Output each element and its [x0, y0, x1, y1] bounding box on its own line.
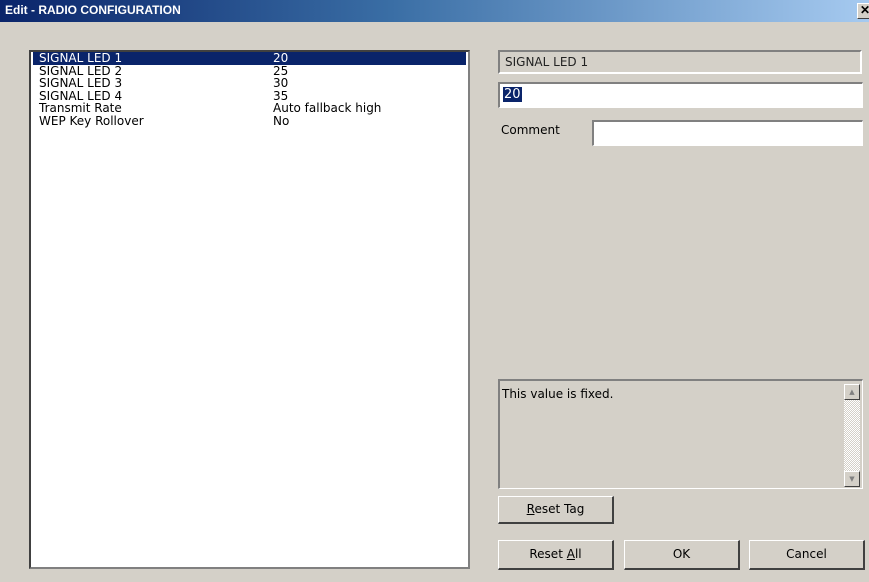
scroll-down-button[interactable]: ▼: [844, 471, 860, 487]
cancel-button[interactable]: Cancel: [749, 540, 865, 570]
reset-tag-button[interactable]: Reset Tag: [498, 496, 614, 524]
list-item[interactable]: Transmit Rate Auto fallback high: [33, 102, 466, 115]
title-bar[interactable]: Edit - RADIO CONFIGURATION ✕: [0, 0, 869, 22]
list-item-value: 20: [273, 51, 289, 65]
button-label: eset Tag: [534, 502, 585, 516]
comment-field[interactable]: [592, 120, 863, 146]
button-label: Reset: [529, 547, 567, 561]
tag-list[interactable]: SIGNAL LED 1 20 SIGNAL LED 2 25 SIGNAL L…: [29, 50, 470, 569]
info-text: This value is fixed.: [502, 387, 614, 401]
ok-button[interactable]: OK: [624, 540, 740, 570]
tag-name-display: SIGNAL LED 1: [498, 50, 862, 74]
dialog-window: Edit - RADIO CONFIGURATION ✕ SIGNAL LED …: [0, 0, 869, 582]
list-item-value: Auto fallback high: [273, 101, 382, 115]
value-field[interactable]: 20: [498, 82, 863, 108]
window-title: Edit - RADIO CONFIGURATION: [5, 3, 181, 17]
list-item-name: WEP Key Rollover: [39, 113, 144, 128]
comment-label: Comment: [501, 123, 560, 137]
list-item-name: Transmit Rate: [39, 101, 122, 115]
arrow-down-icon: ▼: [849, 475, 855, 483]
button-label: ll: [574, 547, 582, 561]
list-item-value: 30: [273, 76, 289, 90]
button-label: Cancel: [786, 547, 827, 561]
value-field-text: 20: [503, 87, 522, 102]
list-item-name: SIGNAL LED 3: [39, 76, 123, 90]
arrow-up-icon: ▲: [849, 388, 855, 396]
button-label: OK: [672, 547, 691, 561]
list-item[interactable]: SIGNAL LED 3 30: [33, 77, 466, 90]
list-item-value: No: [273, 113, 290, 128]
reset-all-button[interactable]: Reset All: [498, 540, 614, 570]
info-memo: This value is fixed. ▲ ▼: [498, 379, 863, 489]
memo-scrollbar[interactable]: ▲ ▼: [844, 384, 860, 487]
scroll-up-button[interactable]: ▲: [844, 384, 860, 400]
close-icon: ✕: [859, 3, 869, 17]
mnemonic: A: [566, 547, 575, 561]
close-button[interactable]: ✕: [857, 3, 869, 19]
list-item-name: SIGNAL LED 1: [39, 51, 123, 65]
list-item[interactable]: WEP Key Rollover No: [33, 113, 466, 128]
list-item[interactable]: SIGNAL LED 1 20: [33, 52, 466, 65]
